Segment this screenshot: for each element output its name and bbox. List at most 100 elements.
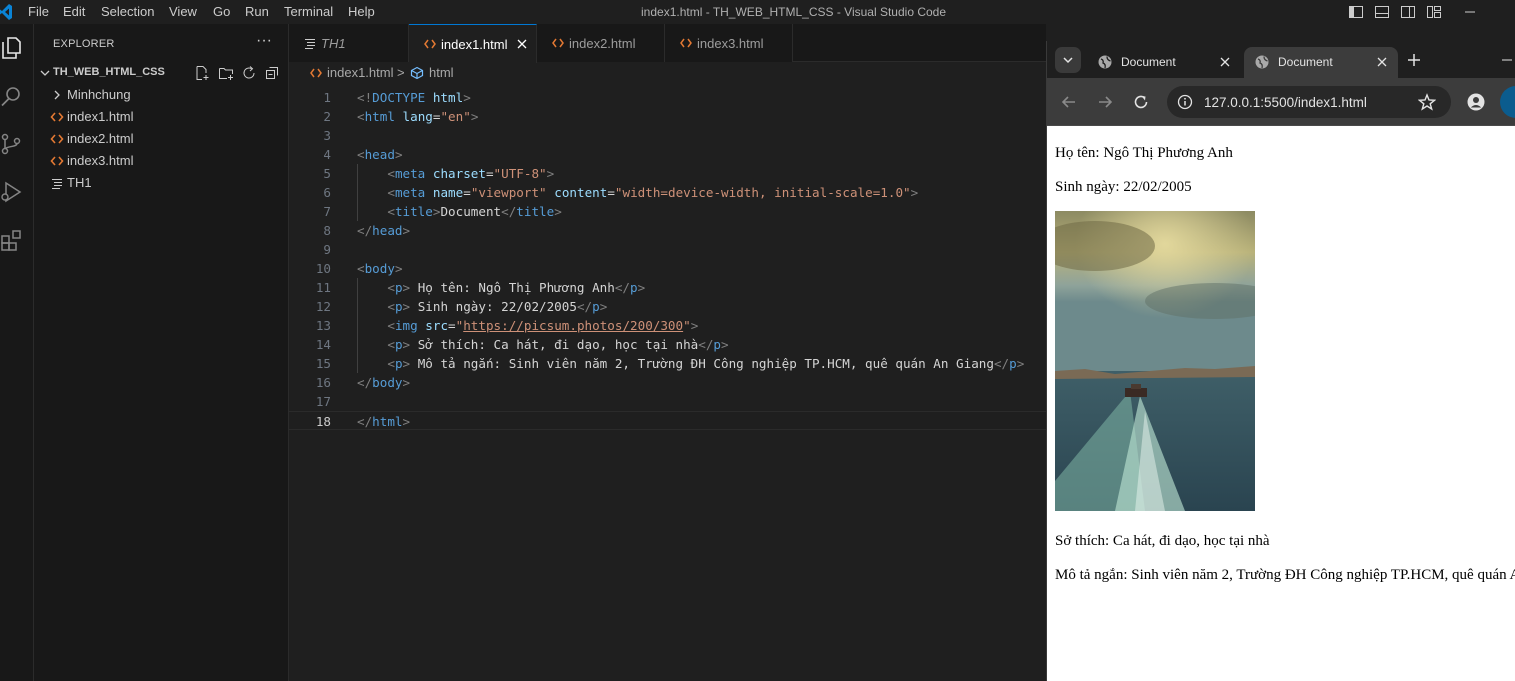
code-line[interactable]: 7 <title>Document</title> <box>289 202 1046 221</box>
code-text: <meta charset="UTF-8"> <box>357 164 554 183</box>
code-token: img <box>394 318 418 333</box>
tab-index1[interactable]: index1.html <box>409 24 537 63</box>
browser-tab-active[interactable]: Document <box>1244 47 1398 78</box>
code-line[interactable]: 13 <img src= "https://picsum.photos/200/3… <box>289 316 1046 335</box>
extensions-icon[interactable] <box>0 228 24 252</box>
browser-tab[interactable]: Document <box>1087 47 1241 78</box>
code-line[interactable]: 18 </html> <box>289 411 1046 430</box>
code-token: Họ tên: Ngô Thị Phương Anh <box>410 280 615 295</box>
indent-guide <box>357 278 358 373</box>
chevron-down-icon <box>40 70 50 76</box>
code-line[interactable]: 8 </head> <box>289 221 1046 240</box>
toggle-primary-sidebar-icon[interactable] <box>1348 4 1364 20</box>
tree-item-file[interactable]: index3.html <box>34 150 288 172</box>
tab-index3[interactable]: index3.html <box>665 24 793 62</box>
new-folder-icon[interactable] <box>218 65 234 81</box>
extension-avatar[interactable] <box>1500 86 1515 118</box>
profile-icon[interactable] <box>1467 93 1485 111</box>
source-control-icon[interactable] <box>0 132 24 156</box>
code-token: p <box>713 337 722 352</box>
menu-edit[interactable]: Edit <box>63 4 85 20</box>
code-line[interactable]: 12 <p> Sinh ngày: 22/02/2005</p> <box>289 297 1046 316</box>
menu-terminal[interactable]: Terminal <box>284 4 333 20</box>
code-line[interactable]: 1 <!DOCTYPE html> <box>289 88 1046 107</box>
code-line[interactable]: 2 <html lang="en"> <box>289 107 1046 126</box>
tab-label: index3.html <box>697 36 764 51</box>
code-line[interactable]: 10 <body> <box>289 259 1046 278</box>
breadcrumb-separator: > <box>397 65 405 80</box>
menu-go[interactable]: Go <box>213 4 230 20</box>
address-bar[interactable]: 127.0.0.1:5500/index1.html <box>1167 86 1451 118</box>
menu-view[interactable]: View <box>169 4 197 20</box>
code-line[interactable]: 4 <head> <box>289 145 1046 164</box>
code-token: "UTF-8" <box>493 166 547 181</box>
refresh-icon[interactable] <box>241 65 257 81</box>
activity-bar <box>0 24 34 681</box>
minimize-icon[interactable] <box>1499 52 1515 68</box>
code-token: > <box>463 90 471 105</box>
run-debug-icon[interactable] <box>0 180 24 204</box>
tree-item-label: index1.html <box>67 109 134 124</box>
menu-run[interactable]: Run <box>245 4 269 20</box>
tab-th1[interactable]: TH1 <box>289 24 409 62</box>
site-info-icon[interactable] <box>1177 94 1193 110</box>
code-line[interactable]: 11 <p> Họ tên: Ngô Thị Phương Anh</p> <box>289 278 1046 297</box>
menu-file[interactable]: File <box>28 4 49 20</box>
code-text: <p> Sinh ngày: 22/02/2005</p> <box>357 297 607 316</box>
line-number: 4 <box>323 147 331 162</box>
back-icon[interactable] <box>1060 93 1078 111</box>
search-icon[interactable] <box>0 84 24 108</box>
code-token: meta <box>394 166 426 181</box>
tree-item-file[interactable]: TH1 <box>34 172 288 194</box>
code-line[interactable]: 3 <box>289 126 1046 145</box>
tab-index2[interactable]: index2.html <box>537 24 665 62</box>
project-folder-row[interactable]: TH_WEB_HTML_CSS <box>34 62 288 84</box>
code-line[interactable]: 5 <meta charset="UTF-8"> <box>289 164 1046 183</box>
close-icon[interactable] <box>515 37 529 51</box>
menu-help[interactable]: Help <box>348 4 375 20</box>
browser-toolbar: 127.0.0.1:5500/index1.html <box>1047 78 1515 126</box>
close-icon[interactable] <box>1218 55 1232 69</box>
code-line[interactable]: 17 <box>289 392 1046 411</box>
vscode-logo-icon[interactable] <box>0 4 12 20</box>
code-token: </ <box>501 204 517 219</box>
code-token: name <box>432 185 464 200</box>
new-file-icon[interactable] <box>194 65 210 81</box>
tab-search-button[interactable] <box>1055 47 1081 73</box>
explorer-icon[interactable] <box>0 36 24 60</box>
toggle-secondary-sidebar-icon[interactable] <box>1400 4 1416 20</box>
code-token: > <box>637 280 646 295</box>
forward-icon[interactable] <box>1096 93 1114 111</box>
line-number: 18 <box>315 414 331 429</box>
code-line[interactable]: 14 <p> Sở thích: Ca hát, đi dạo, học tại… <box>289 335 1046 354</box>
breadcrumb-symbol[interactable]: html <box>429 65 454 81</box>
reload-icon[interactable] <box>1132 93 1150 111</box>
code-line[interactable]: 16 </body> <box>289 373 1046 392</box>
tree-item-folder[interactable]: Minhchung <box>34 84 288 106</box>
code-token: > <box>470 109 479 124</box>
tree-item-file[interactable]: index1.html <box>34 106 288 128</box>
code-token: p <box>394 356 403 371</box>
code-token: > <box>721 337 729 352</box>
code-token: " <box>683 318 691 333</box>
code-line[interactable]: 6 <meta name="viewport" content="width=d… <box>289 183 1046 202</box>
code-line[interactable]: 15 <p> Mô tả ngắn: Sinh viên năm 2, Trườ… <box>289 354 1046 373</box>
tree-item-file[interactable]: index2.html <box>34 128 288 150</box>
page-photo-image <box>1055 211 1255 511</box>
minimize-icon[interactable] <box>1462 4 1478 20</box>
new-tab-icon[interactable] <box>1406 52 1422 68</box>
customize-layout-icon[interactable] <box>1426 4 1442 20</box>
more-actions-icon[interactable]: ··· <box>256 32 272 50</box>
code-line[interactable]: 9 <box>289 240 1046 259</box>
toggle-panel-icon[interactable] <box>1374 4 1390 20</box>
breadcrumb-file[interactable]: index1.html <box>327 65 393 81</box>
menu-selection[interactable]: Selection <box>101 4 154 20</box>
code-token: = <box>448 318 456 333</box>
code-editor[interactable]: 1 <!DOCTYPE html> 2 <html lang="en"> 3 4 <head… <box>289 84 1046 681</box>
close-icon[interactable] <box>1375 55 1389 69</box>
collapse-all-icon[interactable] <box>264 65 280 81</box>
bookmark-star-icon[interactable] <box>1418 93 1436 111</box>
